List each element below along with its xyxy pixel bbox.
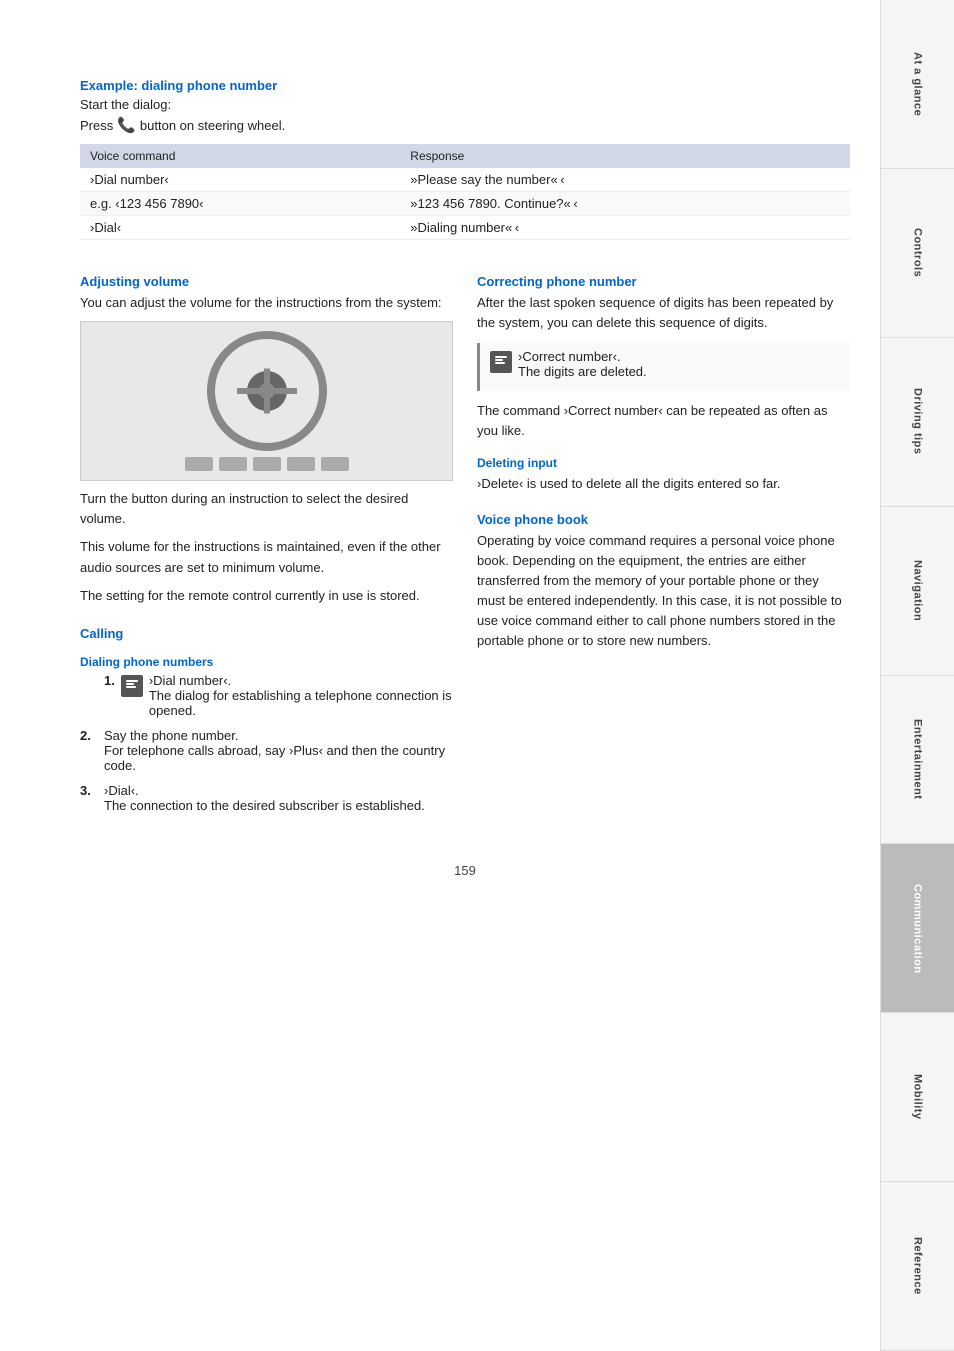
table-col2-header: Response <box>400 144 850 168</box>
deleting-body: ›Delete‹ is used to delete all the digit… <box>477 474 850 494</box>
example-title: Example: dialing phone number <box>80 78 850 93</box>
main-content: Example: dialing phone number Start the … <box>0 0 880 1351</box>
adjusting-volume-body2: Turn the button during an instruction to… <box>80 489 453 529</box>
calling-step-item: 2. Say the phone number. For telephone c… <box>80 728 453 773</box>
step-sub: The dialog for establishing a telephone … <box>149 688 452 718</box>
press-word: Press <box>80 118 113 133</box>
step-number: 3. <box>80 783 91 798</box>
cmd-cell: e.g. ‹123 456 7890‹ <box>80 192 400 216</box>
right-column: Correcting phone number After the last s… <box>477 256 850 823</box>
deleting-title: Deleting input <box>477 456 850 470</box>
table-row: ›Dial‹»Dialing number« ‹ <box>80 216 850 240</box>
adjusting-volume-body4: The setting for the remote control curre… <box>80 586 453 606</box>
step-main: ›Dial‹. <box>104 783 139 798</box>
sidebar-tab-driving-tips[interactable]: Driving tips <box>881 338 954 507</box>
correct-icon-cmd: ›Correct number‹. <box>518 349 621 364</box>
press-line: Press 📞 button on steering wheel. <box>80 116 850 134</box>
correct-number-box: ›Correct number‹. The digits are deleted… <box>477 343 850 391</box>
table-row: e.g. ‹123 456 7890‹»123 456 7890. Contin… <box>80 192 850 216</box>
adjusting-volume-title: Adjusting volume <box>80 274 453 289</box>
calling-steps-list: 1. ›Dial number‹. The dialog for establi… <box>80 673 453 813</box>
sidebar-tab-reference[interactable]: Reference <box>881 1182 954 1351</box>
cmd-cell: ›Dial number‹ <box>80 168 400 192</box>
step-content: ›Dial‹. The connection to the desired su… <box>104 783 453 813</box>
sidebar-tab-at-a-glance[interactable]: At a glance <box>881 0 954 169</box>
step-number: 2. <box>80 728 91 743</box>
step-number: 1. <box>104 673 115 688</box>
calling-section: Calling Dialing phone numbers 1. <box>80 626 453 813</box>
adjusting-volume-body3: This volume for the instructions is main… <box>80 537 453 577</box>
voice-phonebook-body: Operating by voice command requires a pe… <box>477 531 850 652</box>
step-content: Say the phone number. For telephone call… <box>104 728 453 773</box>
sidebar-tab-mobility[interactable]: Mobility <box>881 1013 954 1182</box>
response-cell: »Please say the number« ‹ <box>400 168 850 192</box>
sidebar-tabs-container: At a glanceControlsDriving tipsNavigatio… <box>881 0 954 1351</box>
sidebar-tab-communication[interactable]: Communication <box>881 844 954 1013</box>
sidebar-tab-controls[interactable]: Controls <box>881 169 954 338</box>
calling-step-item: 1. ›Dial number‹. The dialog for establi… <box>80 673 453 718</box>
adjusting-volume-body1: You can adjust the volume for the instru… <box>80 293 453 313</box>
step-main: ›Dial number‹. <box>149 673 231 688</box>
step-sub: For telephone calls abroad, say ›Plus‹ a… <box>104 743 445 773</box>
intro-line1: Start the dialog: <box>80 97 850 112</box>
sidebar: At a glanceControlsDriving tipsNavigatio… <box>880 0 954 1351</box>
step-sub: The connection to the desired subscriber… <box>104 798 425 813</box>
left-column: Adjusting volume You can adjust the volu… <box>80 256 453 823</box>
response-cell: »123 456 7890. Continue?« ‹ <box>400 192 850 216</box>
voice-phonebook-title: Voice phone book <box>477 512 850 527</box>
press-suffix: button on steering wheel. <box>140 118 285 133</box>
calling-step-item: 3. ›Dial‹. The connection to the desired… <box>80 783 453 813</box>
cmd-cell: ›Dial‹ <box>80 216 400 240</box>
table-row: ›Dial number‹»Please say the number« ‹ <box>80 168 850 192</box>
controls-row <box>185 457 349 471</box>
table-col1-header: Voice command <box>80 144 400 168</box>
correct-cmd-text: ›Correct number‹. The digits are deleted… <box>518 349 647 379</box>
correcting-body1: After the last spoken sequence of digits… <box>477 293 850 333</box>
voice-command-table: Voice command Response ›Dial number‹»Ple… <box>80 144 850 240</box>
sidebar-tab-entertainment[interactable]: Entertainment <box>881 676 954 845</box>
response-cell: »Dialing number« ‹ <box>400 216 850 240</box>
page-number: 159 <box>454 863 476 878</box>
correcting-title: Correcting phone number <box>477 274 850 289</box>
correcting-body2: The command ›Correct number‹ can be repe… <box>477 401 850 441</box>
voice-icon <box>490 351 512 373</box>
step-main: Say the phone number. <box>104 728 238 743</box>
correct-icon-sub: The digits are deleted. <box>518 364 647 379</box>
step-voice-icon <box>121 675 143 697</box>
step-content: ›Dial number‹. The dialog for establishi… <box>149 673 453 718</box>
steering-wheel-graphic <box>207 331 327 451</box>
sidebar-tab-navigation[interactable]: Navigation <box>881 507 954 676</box>
calling-title: Calling <box>80 626 453 641</box>
dialing-subtitle: Dialing phone numbers <box>80 655 453 669</box>
steering-icon: 📞 <box>117 116 136 134</box>
correct-icon-row: ›Correct number‹. The digits are deleted… <box>490 349 840 379</box>
page-number-container: 159 <box>80 863 850 878</box>
steering-wheel-image <box>80 321 453 481</box>
two-column-layout: Adjusting volume You can adjust the volu… <box>80 256 850 823</box>
